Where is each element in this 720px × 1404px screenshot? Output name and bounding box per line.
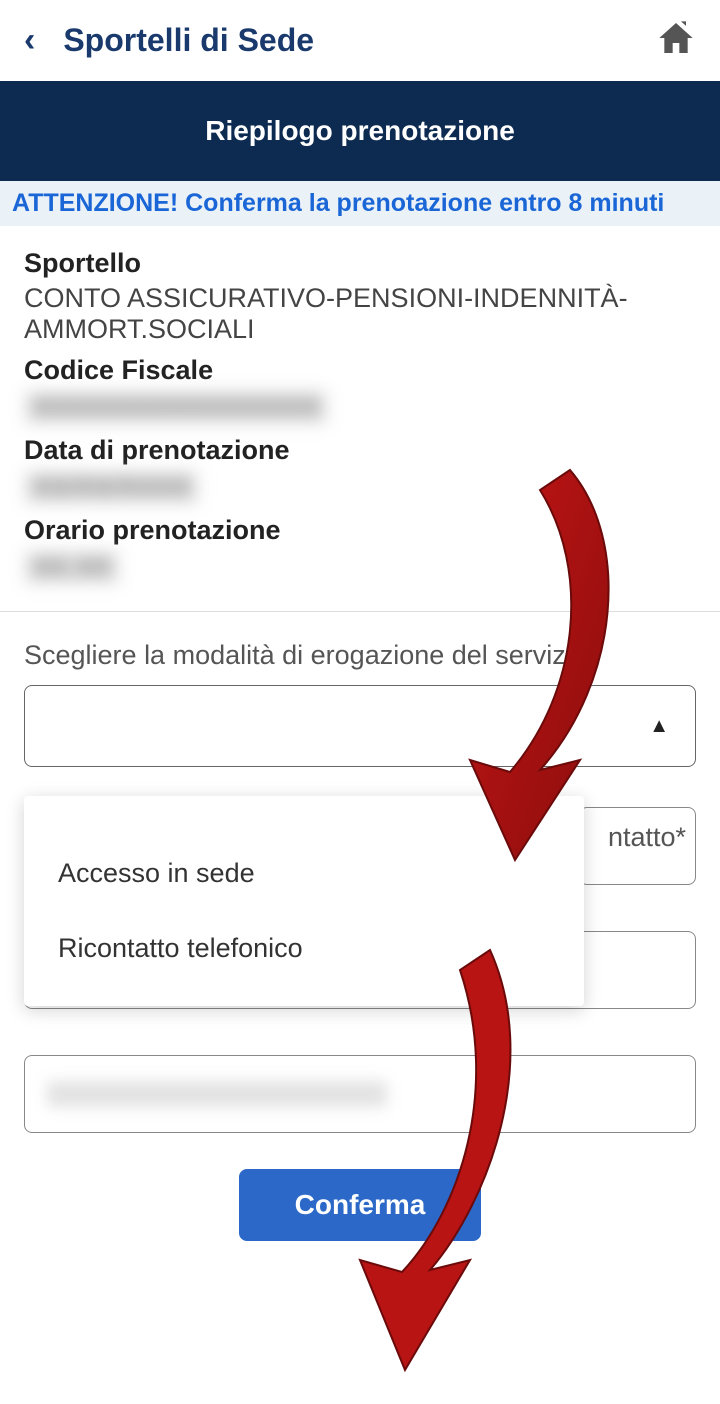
mode-label: Scegliere la modalità di erogazione del … [24, 640, 696, 671]
cf-label: Codice Fiscale [24, 355, 696, 386]
sportello-label: Sportello [24, 248, 696, 279]
mode-dropdown: Accesso in sede Ricontatto telefonico [24, 796, 584, 1006]
data-label: Data di prenotazione [24, 435, 696, 466]
data-value: XX/XX/XXXX [24, 470, 696, 505]
top-bar: ‹ Sportelli di Sede [0, 0, 720, 81]
back-icon[interactable]: ‹ [24, 21, 35, 60]
contact-label-fragment: ntatto* [608, 822, 686, 853]
home-icon[interactable] [656, 18, 696, 63]
text-field-3[interactable] [24, 1055, 696, 1133]
page-title: Sportelli di Sede [63, 22, 314, 59]
top-bar-left: ‹ Sportelli di Sede [24, 21, 314, 60]
confirm-button[interactable]: Conferma [239, 1169, 482, 1241]
summary-panel: Sportello CONTO ASSICURATIVO-PENSIONI-IN… [0, 226, 720, 612]
cf-value: XXXXXXXXXXXXXXXX [24, 390, 696, 425]
mode-select[interactable]: ▲ [24, 685, 696, 767]
orario-label: Orario prenotazione [24, 515, 696, 546]
sportello-value: CONTO ASSICURATIVO-PENSIONI-INDENNITÀ-AM… [24, 283, 696, 345]
option-accesso-in-sede[interactable]: Accesso in sede [24, 836, 584, 911]
option-ricontatto-telefonico[interactable]: Ricontatto telefonico [24, 911, 584, 986]
summary-banner: Riepilogo prenotazione [0, 81, 720, 181]
form-area: Scegliere la modalità di erogazione del … [0, 612, 720, 1241]
countdown-alert: ATTENZIONE! Conferma la prenotazione ent… [0, 181, 720, 226]
chevron-up-icon: ▲ [649, 715, 669, 738]
orario-value: XX:XX [24, 550, 696, 585]
